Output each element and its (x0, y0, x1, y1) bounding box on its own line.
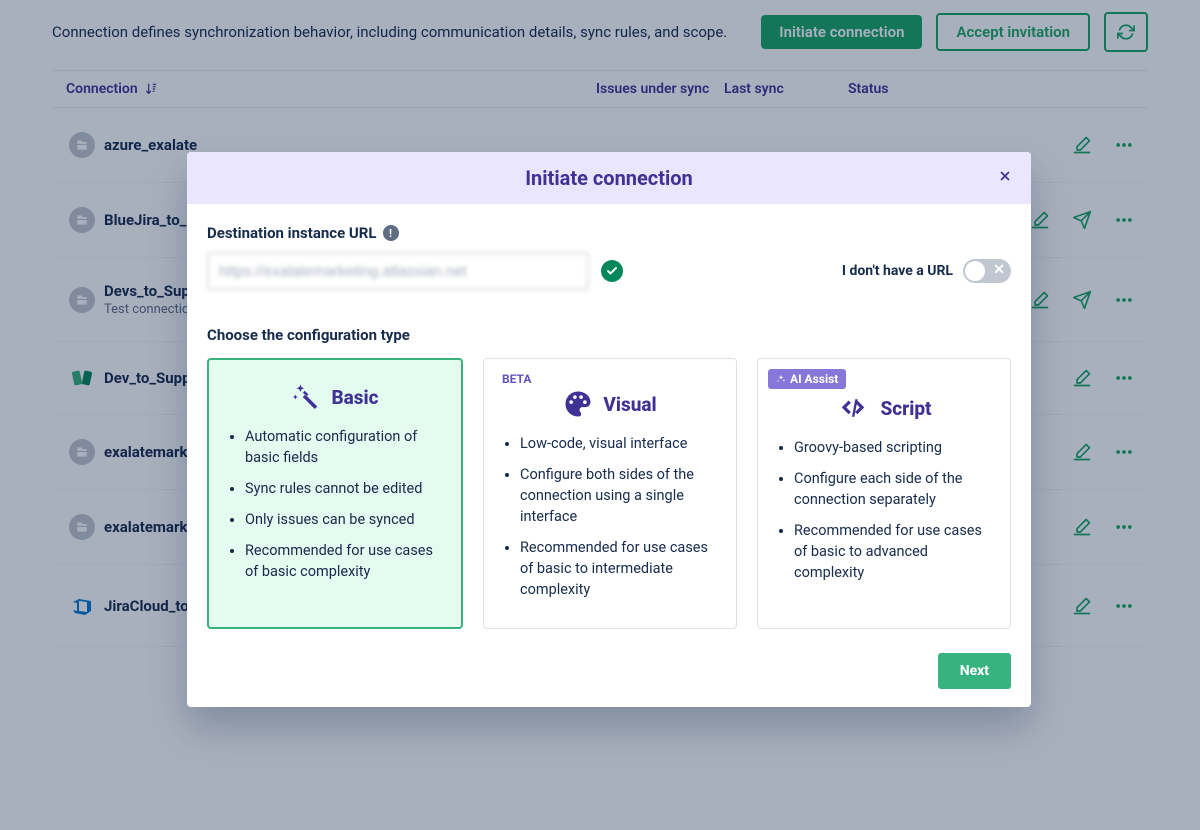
url-row: I don't have a URL ✕ (207, 252, 1011, 290)
card-script-title: Script (880, 397, 931, 420)
code-icon (836, 393, 870, 423)
card-visual-title: Visual (603, 393, 656, 416)
ai-assist-badge-label: AI Assist (790, 372, 838, 386)
no-url-toggle-group: I don't have a URL ✕ (842, 259, 1011, 283)
card-basic-bullets: Automatic configuration of basic fields … (223, 426, 447, 582)
modal-footer: Next (187, 639, 1031, 707)
config-card-basic[interactable]: Basic Automatic configuration of basic f… (207, 358, 463, 629)
modal-title: Initiate connection (525, 166, 693, 190)
no-url-label: I don't have a URL (842, 263, 953, 279)
list-item: Recommended for use cases of basic to in… (520, 537, 722, 600)
modal-header: Initiate connection (187, 152, 1031, 204)
destination-url-input[interactable] (207, 252, 589, 290)
config-cards: Basic Automatic configuration of basic f… (207, 358, 1011, 629)
config-card-script[interactable]: AI Assist Script Groovy-based scripting … (757, 358, 1011, 629)
card-script-bullets: Groovy-based scripting Configure each si… (772, 437, 996, 583)
close-icon (998, 169, 1012, 183)
no-url-toggle[interactable]: ✕ (963, 259, 1011, 283)
url-field-label: Destination instance URL (207, 224, 377, 242)
config-card-visual[interactable]: BETA Visual Low-code, visual interface C… (483, 358, 737, 629)
card-basic-title-row: Basic (223, 382, 447, 412)
list-item: Configure both sides of the connection u… (520, 464, 722, 527)
ai-assist-badge: AI Assist (768, 369, 846, 389)
list-item: Automatic configuration of basic fields (245, 426, 447, 468)
initiate-connection-modal: Initiate connection Destination instance… (187, 152, 1031, 707)
list-item: Only issues can be synced (245, 509, 447, 530)
list-item: Sync rules cannot be edited (245, 478, 447, 499)
next-button[interactable]: Next (938, 653, 1011, 689)
sparkle-icon (776, 374, 786, 384)
wand-icon (291, 382, 321, 412)
list-item: Groovy-based scripting (794, 437, 996, 458)
toggle-off-icon: ✕ (993, 262, 1005, 278)
close-button[interactable] (993, 164, 1017, 188)
modal-body: Destination instance URL ! I don't have … (187, 204, 1031, 639)
page-root: { "top": { "description": "Connection de… (0, 0, 1200, 830)
list-item: Recommended for use cases of basic to ad… (794, 520, 996, 583)
url-valid-indicator (601, 260, 623, 282)
card-visual-bullets: Low-code, visual interface Configure bot… (498, 433, 722, 600)
list-item: Low-code, visual interface (520, 433, 722, 454)
list-item: Configure each side of the connection se… (794, 468, 996, 510)
card-script-title-row: Script (772, 393, 996, 423)
check-icon (606, 265, 618, 277)
url-left-group (207, 252, 623, 290)
list-item: Recommended for use cases of basic compl… (245, 540, 447, 582)
palette-icon (563, 389, 593, 419)
config-type-label: Choose the configuration type (207, 326, 1011, 344)
card-basic-title: Basic (331, 386, 378, 409)
info-icon[interactable]: ! (383, 225, 399, 241)
url-field-label-row: Destination instance URL ! (207, 224, 1011, 242)
beta-badge: BETA (494, 369, 539, 389)
toggle-knob (965, 261, 985, 281)
card-visual-title-row: Visual (498, 389, 722, 419)
